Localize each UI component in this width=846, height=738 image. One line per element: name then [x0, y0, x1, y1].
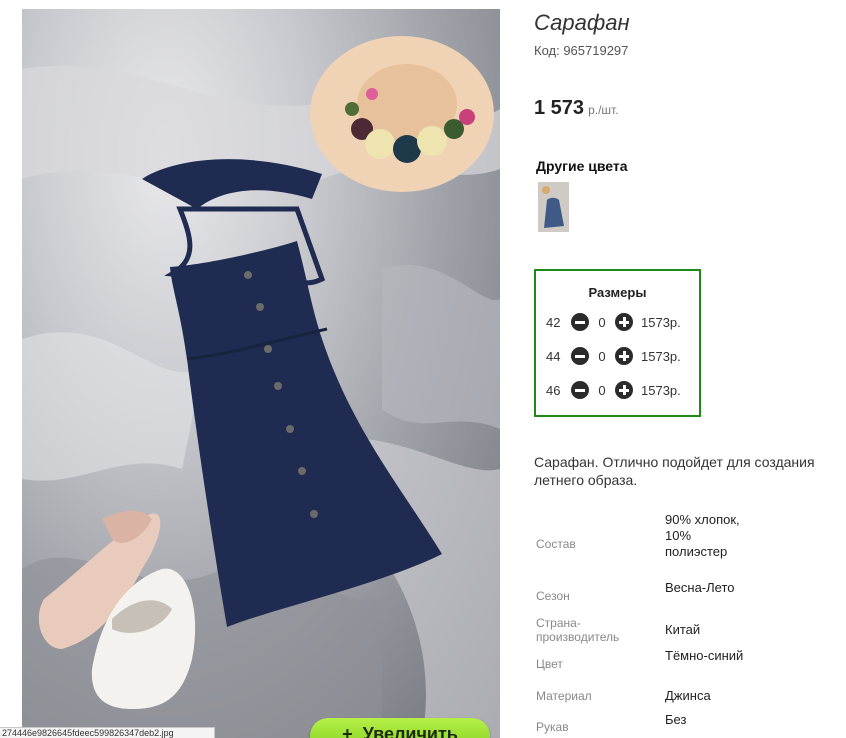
quantity-value[interactable]: 0	[589, 383, 615, 398]
minus-icon	[575, 388, 585, 392]
other-colors-title: Другие цвета	[536, 158, 628, 174]
increase-button[interactable]	[615, 347, 633, 365]
plus-icon	[619, 351, 629, 361]
product-description: Сарафан. Отлично подойдет для создания л…	[534, 454, 815, 488]
plus-icon	[619, 317, 629, 327]
zoom-button-label: Увеличить	[362, 724, 458, 738]
spec-label-country: Страна-производитель	[536, 616, 620, 644]
product-photo-illustration	[22, 36, 500, 738]
plus-icon: +	[342, 724, 353, 738]
product-code: Код: 965719297	[534, 43, 629, 58]
size-label: 46	[546, 382, 561, 398]
quantity-value[interactable]: 0	[589, 315, 615, 330]
spec-label-sleeve: Рукав	[536, 720, 569, 734]
increase-button[interactable]	[615, 313, 633, 331]
size-row-46: 46 0 1573р.	[546, 380, 681, 400]
spec-label-season: Сезон	[536, 589, 570, 603]
product-price: 1 573 р./шт.	[534, 97, 619, 120]
product-title: Сарафан	[534, 10, 630, 35]
spec-value-season: Весна-Лето	[665, 580, 735, 595]
size-row-42: 42 0 1573р.	[546, 312, 681, 332]
price-value: 1 573	[534, 97, 585, 119]
zoom-button[interactable]: + Увеличить	[310, 718, 490, 738]
minus-icon	[575, 320, 585, 324]
product-photo[interactable]: + Увеличить	[22, 9, 500, 738]
spec-value-composition: 90% хлопок, 10% полиэстер	[665, 512, 740, 559]
size-price: 1573р.	[641, 348, 681, 364]
spec-value-country: Китай	[665, 622, 701, 637]
spec-value-sleeve: Без	[665, 712, 687, 727]
price-unit: р./шт.	[588, 103, 619, 117]
spec-label-material: Материал	[536, 689, 592, 703]
size-price: 1573р.	[641, 382, 681, 398]
minus-icon	[575, 354, 585, 358]
size-label: 44	[546, 348, 561, 364]
quantity-value[interactable]: 0	[589, 349, 615, 364]
size-row-44: 44 0 1573р.	[546, 346, 681, 366]
spec-value-material: Джинса	[665, 688, 711, 703]
sizes-panel: Размеры 42 0 1573р. 44 0 1573р. 46 0 157…	[534, 269, 701, 417]
decrease-button[interactable]	[571, 313, 589, 331]
size-label: 42	[546, 314, 561, 330]
status-bar-filename: 274446e9826645fdeec599826347deb2.jpg	[0, 727, 215, 738]
color-variant-image	[538, 182, 569, 232]
decrease-button[interactable]	[571, 347, 589, 365]
decrease-button[interactable]	[571, 381, 589, 399]
spec-label-composition: Состав	[536, 537, 576, 551]
color-variant-thumbnail[interactable]	[538, 182, 569, 232]
spec-label-color: Цвет	[536, 657, 563, 671]
spec-value-color: Тёмно-синий	[665, 648, 744, 663]
size-price: 1573р.	[641, 314, 681, 330]
increase-button[interactable]	[615, 381, 633, 399]
plus-icon	[619, 385, 629, 395]
sizes-title: Размеры	[588, 285, 647, 300]
